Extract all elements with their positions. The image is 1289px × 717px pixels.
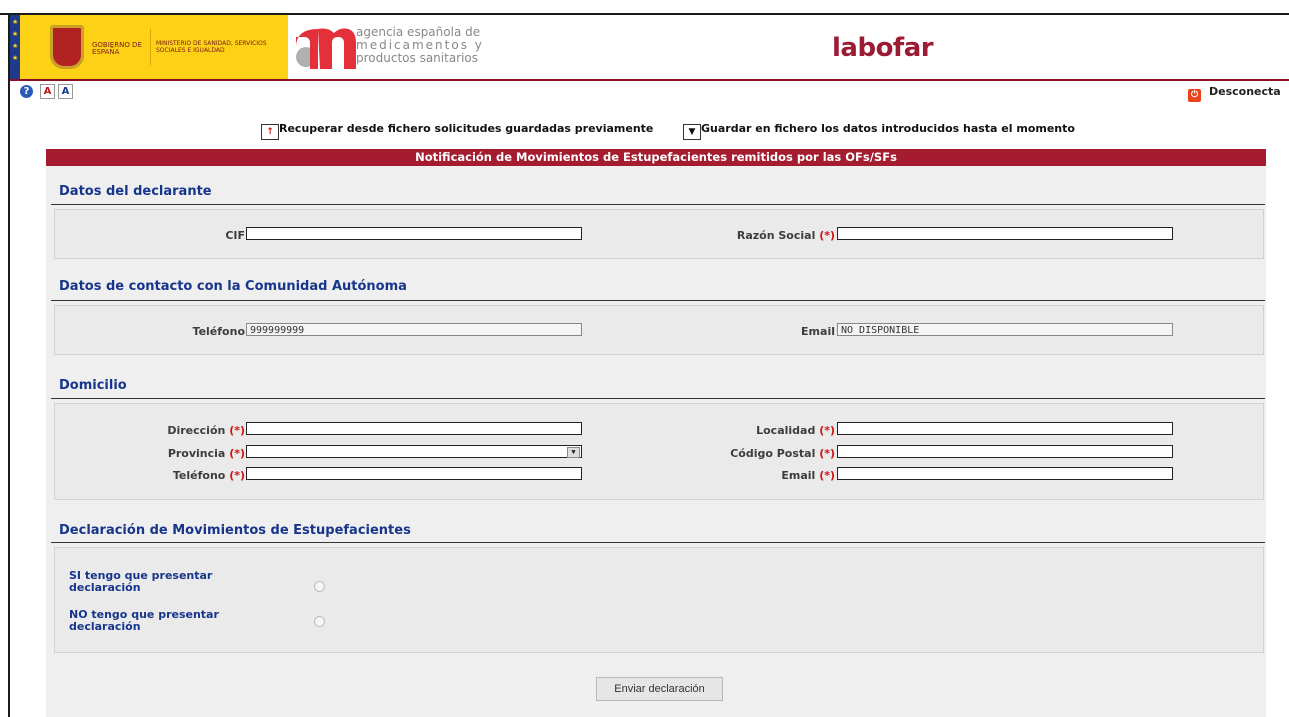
- section-divider: [51, 300, 1265, 301]
- si-radio[interactable]: [314, 581, 325, 592]
- eu-flag-icon: ★ ★ ★ ★: [10, 15, 20, 79]
- gobierno-text: GOBIERNO DE ESPAÑA: [92, 41, 142, 56]
- gov-separator: [150, 29, 151, 65]
- ministerio-text: MINISTERIO DE SANIDAD, SERVICIOS SOCIALE…: [156, 40, 267, 54]
- localidad-label: Localidad (*): [756, 424, 835, 437]
- gobierno-logo: ★ ★ ★ ★ GOBIERNO DE ESPAÑA MINISTERIO DE SA…: [10, 15, 288, 79]
- save-file-icon: ▼: [683, 124, 701, 140]
- labofar-logo: labofar: [832, 33, 934, 63]
- domicilio-telefono-label: Teléfono (*): [172, 469, 245, 482]
- provincia-label: Provincia (*): [167, 447, 245, 460]
- enviar-declaracion-button[interactable]: Enviar declaración: [596, 677, 723, 701]
- help-icon[interactable]: ?: [20, 85, 33, 98]
- form-title: Notificación de Movimientos de Estupefac…: [46, 149, 1266, 166]
- cif-label: CIF: [225, 229, 245, 242]
- razon-social-input[interactable]: [837, 227, 1173, 240]
- codigo-postal-label: Código Postal (*): [730, 447, 835, 460]
- section-declarante-title: Datos del declarante: [59, 184, 212, 199]
- domicilio-fieldset: Dirección (*) Localidad (*) Provincia (*…: [54, 403, 1264, 500]
- razon-social-label: Razón Social (*): [736, 229, 835, 242]
- declarante-fieldset: CIF Razón Social (*): [54, 209, 1264, 259]
- font-increase-button[interactable]: A: [58, 84, 73, 99]
- save-to-file-link[interactable]: ▼ Guardar en fichero los datos introducid…: [683, 122, 1075, 140]
- logout-label: Desconecta: [1209, 85, 1281, 98]
- section-divider: [51, 398, 1265, 399]
- form-panel: Notificación de Movimientos de Estupefac…: [46, 149, 1266, 717]
- domicilio-telefono-input[interactable]: [246, 467, 582, 480]
- logout-link[interactable]: ⏻ Desconecta: [1188, 85, 1281, 102]
- contacto-email-label: Email: [801, 325, 835, 338]
- provincia-select[interactable]: ▼: [246, 445, 582, 458]
- save-label: Guardar en fichero los datos introducido…: [701, 122, 1075, 135]
- chevron-down-icon[interactable]: ▼: [567, 447, 580, 458]
- contacto-fieldset: Teléfono 999999999 Email NO DISPONIBLE: [54, 305, 1264, 355]
- contacto-email-input[interactable]: NO DISPONIBLE: [837, 323, 1173, 336]
- contacto-telefono-input[interactable]: 999999999: [246, 323, 582, 336]
- codigo-postal-input[interactable]: [837, 445, 1173, 458]
- cif-input[interactable]: [246, 227, 582, 240]
- section-divider: [51, 542, 1265, 543]
- domicilio-email-input[interactable]: [837, 467, 1173, 480]
- coat-of-arms-icon: [50, 25, 84, 69]
- section-declaracion-title: Declaración de Movimientos de Estupefaci…: [59, 523, 411, 538]
- aemps-text: agencia española de medicamentos y produ…: [356, 26, 484, 65]
- direccion-input[interactable]: [246, 422, 582, 435]
- recover-label: Recuperar desde fichero solicitudes guar…: [279, 122, 654, 135]
- aemps-logo-icon: [296, 28, 356, 69]
- section-divider: [51, 204, 1265, 205]
- section-domicilio-title: Domicilio: [59, 378, 127, 393]
- aemps-line-3: productos sanitarios: [356, 51, 479, 65]
- window-left-border: [8, 13, 10, 717]
- section-contacto-title: Datos de contacto con la Comunidad Autón…: [59, 279, 407, 294]
- no-radio[interactable]: [314, 616, 325, 627]
- no-option-label: NO tengo que presentar declaración: [69, 608, 219, 633]
- recover-from-file-link[interactable]: ↑ Recuperar desde fichero solicitudes gua…: [261, 122, 653, 140]
- si-option-label: SI tengo que presentar declaración: [69, 569, 213, 594]
- direccion-label: Dirección (*): [167, 424, 245, 437]
- site-header: ★ ★ ★ ★ GOBIERNO DE ESPAÑA MINISTERIO DE SA…: [10, 15, 1289, 81]
- power-icon: ⏻: [1188, 89, 1201, 102]
- declaracion-fieldset: SI tengo que presentar declaración NO ten…: [54, 547, 1264, 653]
- contacto-telefono-label: Teléfono: [192, 325, 245, 338]
- open-file-icon: ↑: [261, 124, 279, 140]
- localidad-input[interactable]: [837, 422, 1173, 435]
- domicilio-email-label: Email (*): [781, 469, 835, 482]
- font-decrease-button[interactable]: A: [40, 84, 55, 99]
